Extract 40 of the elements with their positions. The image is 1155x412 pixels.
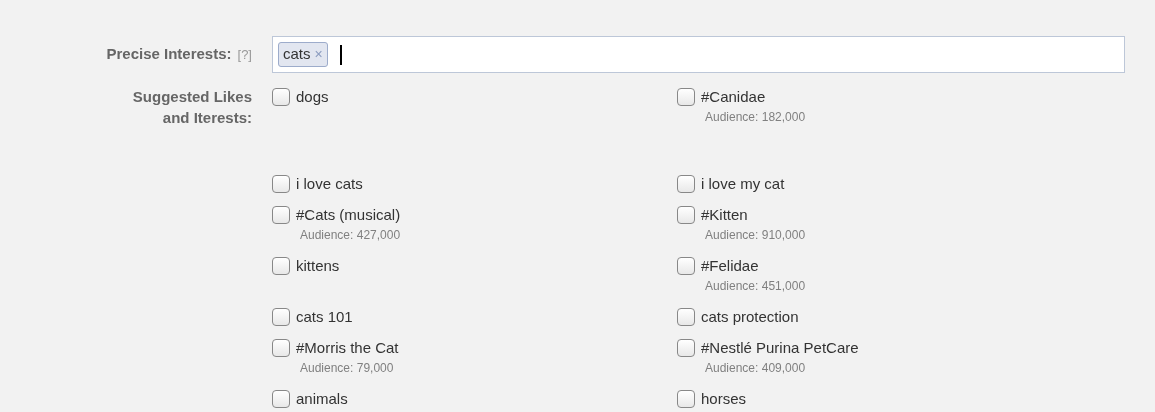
interest-name: #Felidae	[701, 256, 760, 276]
checkbox[interactable]	[272, 390, 290, 408]
audience-size: Audience: 427,000	[300, 227, 401, 244]
interest-name: #Nestlé Purina PetCare	[701, 338, 859, 358]
checkbox[interactable]	[272, 308, 290, 326]
interest-name: #Kitten	[701, 205, 749, 225]
checkbox[interactable]	[272, 257, 290, 275]
input-field[interactable]: cats ×	[272, 36, 1125, 73]
checkbox[interactable]	[677, 88, 695, 106]
checkbox[interactable]	[272, 88, 290, 106]
checkbox[interactable]	[677, 308, 695, 326]
interest-name: i love cats	[296, 174, 363, 194]
interest-name: dogs	[296, 87, 329, 107]
checkbox[interactable]	[272, 175, 290, 193]
interest-name: #Morris the Cat	[296, 338, 399, 358]
interest-name: cats protection	[701, 307, 799, 327]
audience-size: Audience: 409,000	[705, 360, 807, 377]
interest-name: cats 101	[296, 307, 353, 327]
field-label: Suggested Likes and Iterests:	[131, 87, 252, 128]
audience-size: Audience: 79,000	[300, 360, 395, 377]
interest-name: horses	[701, 389, 747, 409]
interest-name: animals	[296, 389, 348, 409]
checkbox[interactable]	[677, 390, 695, 408]
field-label: Precise Interests:	[106, 44, 232, 65]
interest-name: #Canidae	[701, 87, 767, 107]
text-cursor	[339, 44, 342, 65]
checkbox[interactable]	[677, 175, 695, 193]
audience-size: Audience: 182,000	[705, 109, 806, 126]
checkbox[interactable]	[272, 339, 290, 357]
checkbox[interactable]	[677, 339, 695, 357]
interest-name: i love my cat	[701, 174, 785, 194]
audience-size: Audience: 910,000	[705, 227, 806, 244]
checkbox[interactable]	[677, 257, 695, 275]
token-label: cats	[283, 44, 311, 65]
interest-name: #Cats (musical)	[296, 205, 401, 225]
checkbox[interactable]	[272, 206, 290, 224]
interest-name: kittens	[296, 256, 340, 276]
interest-token[interactable]: cats ×	[278, 42, 328, 67]
checkbox[interactable]	[677, 206, 695, 224]
audience-size: Audience: 451,000	[705, 278, 806, 295]
